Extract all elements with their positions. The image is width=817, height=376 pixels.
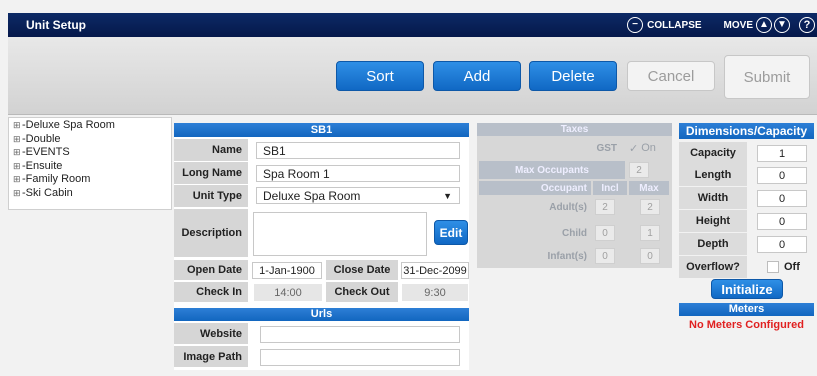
unit-type-select[interactable]: Deluxe Spa Room ▼ <box>256 187 460 204</box>
overflow-checkbox-icon[interactable] <box>767 261 779 273</box>
length-field[interactable]: 0 <box>757 167 807 184</box>
length-label: Length <box>679 164 747 186</box>
move-up-icon[interactable]: ▲ <box>756 17 772 33</box>
urls-header: Urls <box>174 308 469 321</box>
expand-icon[interactable]: ⊞ <box>13 187 22 201</box>
submit-button[interactable]: Submit <box>724 55 810 99</box>
unit-tree: ⊞-Deluxe Spa Room ⊞-Double ⊞-EVENTS ⊞-En… <box>8 117 172 210</box>
taxes-panel: Taxes GST ✓ On Max Occupants 2 Occupant … <box>477 123 672 268</box>
occupant-column-header: Occupant <box>479 181 591 195</box>
image-path-field[interactable] <box>260 349 460 366</box>
capacity-label: Capacity <box>679 142 747 164</box>
incl-column-header: Incl <box>593 181 627 195</box>
title-bar: Unit Setup − COLLAPSE MOVE ▲ ▼ ? <box>8 13 817 37</box>
close-date-label: Close Date <box>326 260 398 280</box>
help-icon[interactable]: ? <box>799 17 815 33</box>
width-label: Width <box>679 187 747 209</box>
adults-incl-field[interactable]: 2 <box>595 199 615 215</box>
cancel-button[interactable]: Cancel <box>627 61 715 91</box>
child-incl-field[interactable]: 0 <box>595 225 615 241</box>
height-field[interactable]: 0 <box>757 213 807 230</box>
depth-label: Depth <box>679 233 747 255</box>
unit-detail-panel: SB1 Name SB1 Long Name Spa Room 1 Unit T… <box>174 123 469 370</box>
adults-label: Adult(s) <box>549 201 587 213</box>
expand-icon[interactable]: ⊞ <box>13 133 22 147</box>
expand-icon[interactable]: ⊞ <box>13 146 22 160</box>
open-date-label: Open Date <box>174 260 248 280</box>
sort-button[interactable]: Sort <box>336 61 424 91</box>
edit-description-button[interactable]: Edit <box>434 220 468 245</box>
check-out-label: Check Out <box>326 282 398 302</box>
open-date-field[interactable]: 1-Jan-1900 <box>252 262 322 279</box>
long-name-field[interactable]: Spa Room 1 <box>256 165 460 182</box>
initialize-button[interactable]: Initialize <box>711 279 783 299</box>
expand-icon[interactable]: ⊞ <box>13 173 22 187</box>
dimensions-header: Dimensions/Capacity <box>679 123 814 139</box>
tree-item-ensuite[interactable]: ⊞-Ensuite <box>9 160 171 174</box>
description-label: Description <box>174 209 248 257</box>
name-field[interactable]: SB1 <box>256 142 460 159</box>
infants-incl-field[interactable]: 0 <box>595 248 615 264</box>
unit-type-label: Unit Type <box>174 185 248 207</box>
add-button[interactable]: Add <box>433 61 521 91</box>
tree-item-family-room[interactable]: ⊞-Family Room <box>9 173 171 187</box>
description-field[interactable] <box>253 212 427 256</box>
collapse-icon[interactable]: − <box>627 17 644 33</box>
gst-toggle[interactable]: ✓ On <box>629 139 669 157</box>
delete-button[interactable]: Delete <box>529 61 617 91</box>
move-label: MOVE <box>723 19 753 31</box>
gst-label: GST <box>596 142 617 154</box>
dimensions-panel: Dimensions/Capacity Capacity 1 Length 0 … <box>679 123 814 338</box>
adults-max-field[interactable]: 2 <box>640 199 660 215</box>
gst-checkbox-icon[interactable]: ✓ <box>629 142 638 155</box>
infants-label: Infant(s) <box>547 250 587 262</box>
collapse-button[interactable]: COLLAPSE <box>647 20 701 31</box>
child-max-field[interactable]: 1 <box>640 225 660 241</box>
dropdown-arrow-icon[interactable]: ▼ <box>443 191 452 201</box>
move-down-icon[interactable]: ▼ <box>774 17 790 33</box>
close-date-field[interactable]: 31-Dec-2099 <box>401 262 469 279</box>
website-label: Website <box>174 323 248 344</box>
width-field[interactable]: 0 <box>757 190 807 207</box>
long-name-label: Long Name <box>174 162 248 184</box>
tree-item-ski-cabin[interactable]: ⊞-Ski Cabin <box>9 187 171 201</box>
name-label: Name <box>174 139 248 161</box>
tree-item-double[interactable]: ⊞-Double <box>9 133 171 147</box>
tree-item-events[interactable]: ⊞-EVENTS <box>9 146 171 160</box>
max-column-header: Max <box>629 181 669 195</box>
meters-status: No Meters Configured <box>689 319 804 331</box>
child-label: Child <box>562 227 587 239</box>
check-in-value: 14:00 <box>254 284 322 301</box>
overflow-toggle[interactable]: Off <box>767 259 800 275</box>
max-occupants-field[interactable]: 2 <box>629 162 649 178</box>
meters-header: Meters <box>679 303 814 316</box>
max-occupants-label: Max Occupants <box>479 161 625 179</box>
expand-icon[interactable]: ⊞ <box>13 119 22 133</box>
title-bar-controls: − COLLAPSE MOVE ▲ ▼ ? <box>627 13 817 37</box>
unit-header: SB1 <box>174 123 469 137</box>
infants-max-field[interactable]: 0 <box>640 248 660 264</box>
toolbar: Sort Add Delete Cancel Submit <box>8 37 817 115</box>
check-in-label: Check In <box>174 282 248 302</box>
tree-item-deluxe-spa-room[interactable]: ⊞-Deluxe Spa Room <box>9 119 171 133</box>
expand-icon[interactable]: ⊞ <box>13 160 22 174</box>
unit-type-value: Deluxe Spa Room <box>263 188 361 203</box>
image-path-label: Image Path <box>174 346 248 367</box>
window-title: Unit Setup <box>26 18 86 32</box>
depth-field[interactable]: 0 <box>757 236 807 253</box>
height-label: Height <box>679 210 747 232</box>
capacity-field[interactable]: 1 <box>757 145 807 162</box>
website-field[interactable] <box>260 326 460 343</box>
taxes-header: Taxes <box>477 123 672 136</box>
overflow-label: Overflow? <box>679 256 747 278</box>
check-out-value: 9:30 <box>402 284 468 301</box>
